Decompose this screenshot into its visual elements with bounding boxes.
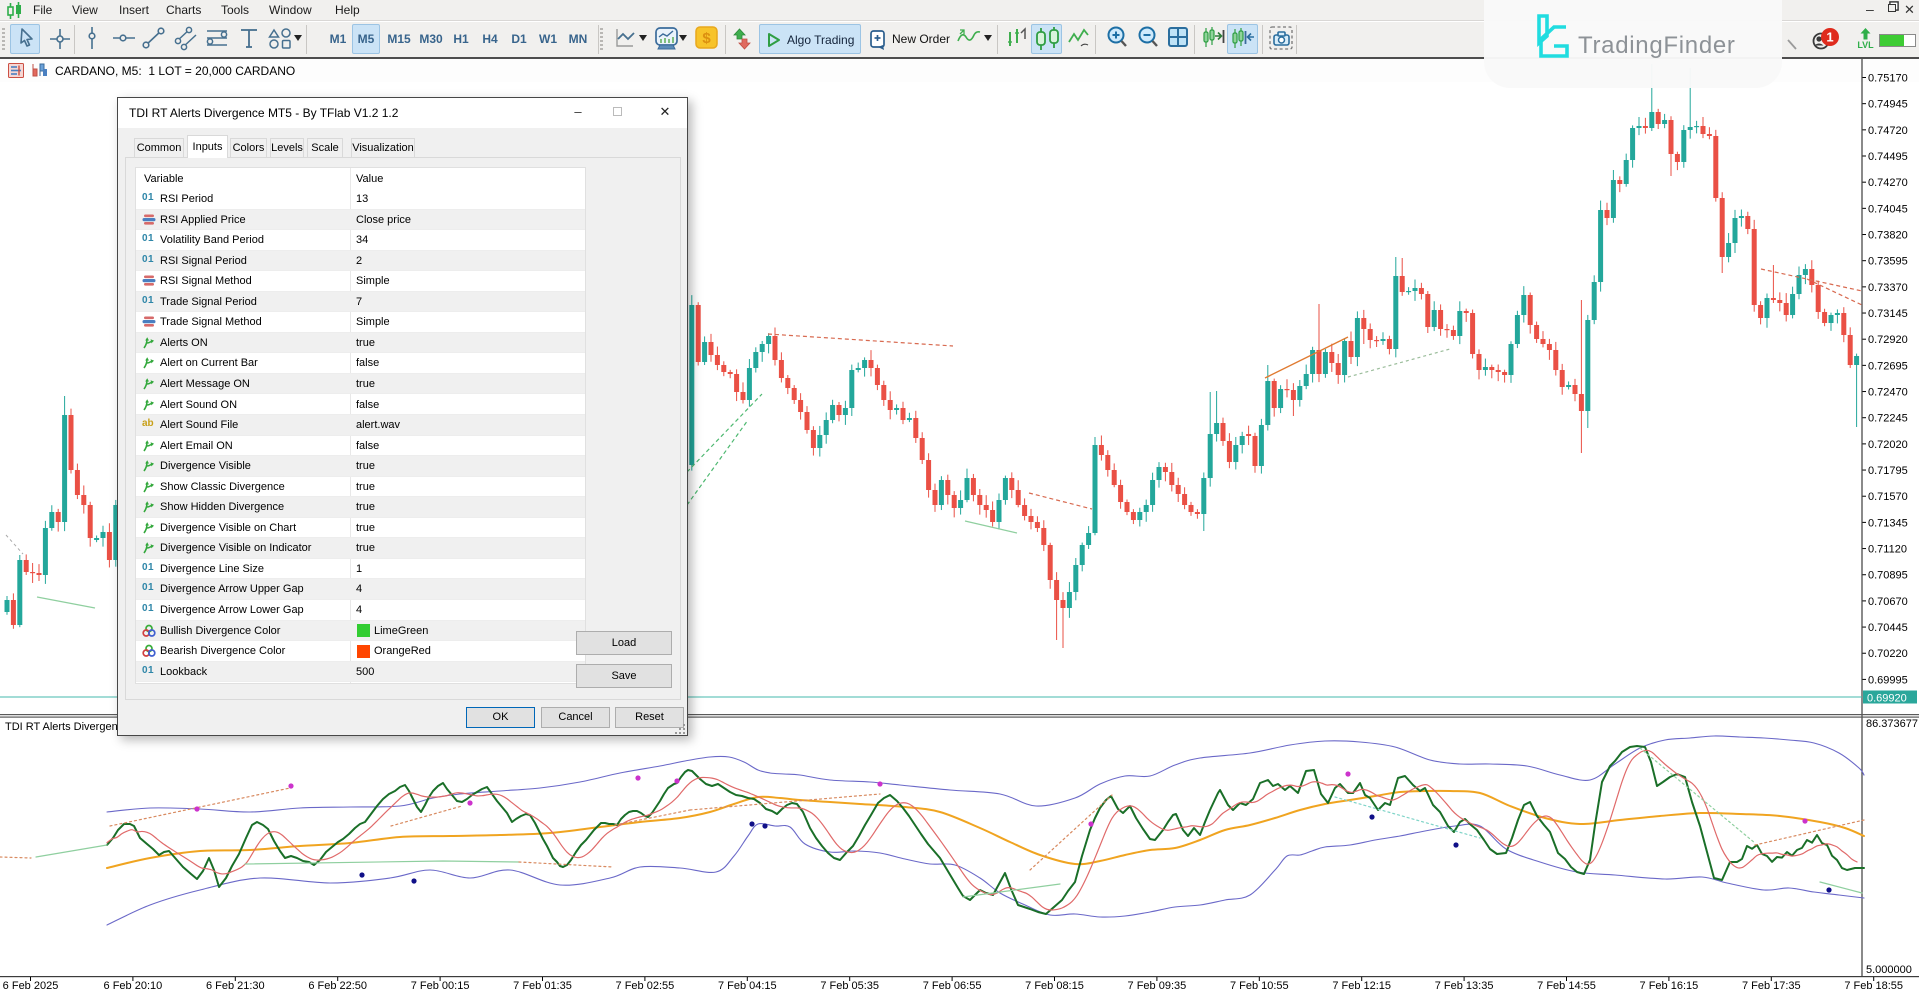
svg-text:0.74045: 0.74045 (1868, 203, 1908, 215)
svg-text:7 Feb 00:15: 7 Feb 00:15 (411, 980, 470, 992)
svg-text:LVL: LVL (1857, 40, 1874, 50)
svg-text:7 Feb 17:35: 7 Feb 17:35 (1742, 980, 1801, 992)
svg-text:7 Feb 04:15: 7 Feb 04:15 (718, 980, 777, 992)
svg-text:86.373677: 86.373677 (1866, 718, 1918, 730)
svg-text:0.69995: 0.69995 (1868, 674, 1908, 686)
svg-text:7 Feb 18:55: 7 Feb 18:55 (1844, 980, 1903, 992)
svg-text:0.70445: 0.70445 (1868, 622, 1908, 634)
svg-text:0.73595: 0.73595 (1868, 256, 1908, 268)
svg-text:7 Feb 01:35: 7 Feb 01:35 (513, 980, 572, 992)
svg-text:0.72020: 0.72020 (1868, 439, 1908, 451)
svg-text:0.74495: 0.74495 (1868, 151, 1908, 163)
svg-text:0.74720: 0.74720 (1868, 125, 1908, 137)
svg-text:0.71570: 0.71570 (1868, 491, 1908, 503)
svg-text:7 Feb 13:35: 7 Feb 13:35 (1435, 980, 1494, 992)
svg-text:6 Feb 22:50: 6 Feb 22:50 (308, 980, 367, 992)
svg-text:0.70670: 0.70670 (1868, 596, 1908, 608)
svg-text:0.72695: 0.72695 (1868, 360, 1908, 372)
svg-text:7 Feb 09:35: 7 Feb 09:35 (1128, 980, 1187, 992)
svg-text:0.70895: 0.70895 (1868, 570, 1908, 582)
svg-text:0.71795: 0.71795 (1868, 465, 1908, 477)
svg-text:5.000000: 5.000000 (1866, 964, 1912, 976)
svg-text:TDI RT Alerts Divergence: TDI RT Alerts Divergence (5, 721, 129, 733)
svg-text:6 Feb 2025: 6 Feb 2025 (3, 980, 59, 992)
svg-text:7 Feb 16:15: 7 Feb 16:15 (1640, 980, 1699, 992)
svg-text:0.71120: 0.71120 (1868, 544, 1907, 556)
svg-text:0.73820: 0.73820 (1868, 230, 1908, 242)
svg-text:0.69920: 0.69920 (1867, 693, 1907, 705)
svg-text:0.74270: 0.74270 (1868, 177, 1908, 189)
svg-text:0.74945: 0.74945 (1868, 99, 1908, 111)
svg-text:0.73145: 0.73145 (1868, 308, 1908, 320)
svg-text:0.72470: 0.72470 (1868, 387, 1908, 399)
svg-text:1: 1 (1826, 30, 1833, 45)
svg-text:6 Feb 21:30: 6 Feb 21:30 (206, 980, 265, 992)
svg-text:0.72920: 0.72920 (1868, 334, 1908, 346)
svg-text:0.75170: 0.75170 (1868, 73, 1908, 85)
svg-text:0.70220: 0.70220 (1868, 648, 1908, 660)
svg-text:0.71345: 0.71345 (1868, 517, 1908, 529)
svg-text:6 Feb 20:10: 6 Feb 20:10 (104, 980, 163, 992)
svg-text:7 Feb 10:55: 7 Feb 10:55 (1230, 980, 1289, 992)
svg-text:7 Feb 14:55: 7 Feb 14:55 (1537, 980, 1596, 992)
svg-text:7 Feb 05:35: 7 Feb 05:35 (820, 980, 879, 992)
svg-text:7 Feb 12:15: 7 Feb 12:15 (1332, 980, 1391, 992)
svg-text:7 Feb 06:55: 7 Feb 06:55 (923, 980, 982, 992)
svg-text:0.73370: 0.73370 (1868, 282, 1908, 294)
svg-text:7 Feb 02:55: 7 Feb 02:55 (616, 980, 675, 992)
svg-text:7 Feb 08:15: 7 Feb 08:15 (1025, 980, 1084, 992)
svg-text:$: $ (702, 30, 711, 47)
svg-text:0.72245: 0.72245 (1868, 413, 1908, 425)
